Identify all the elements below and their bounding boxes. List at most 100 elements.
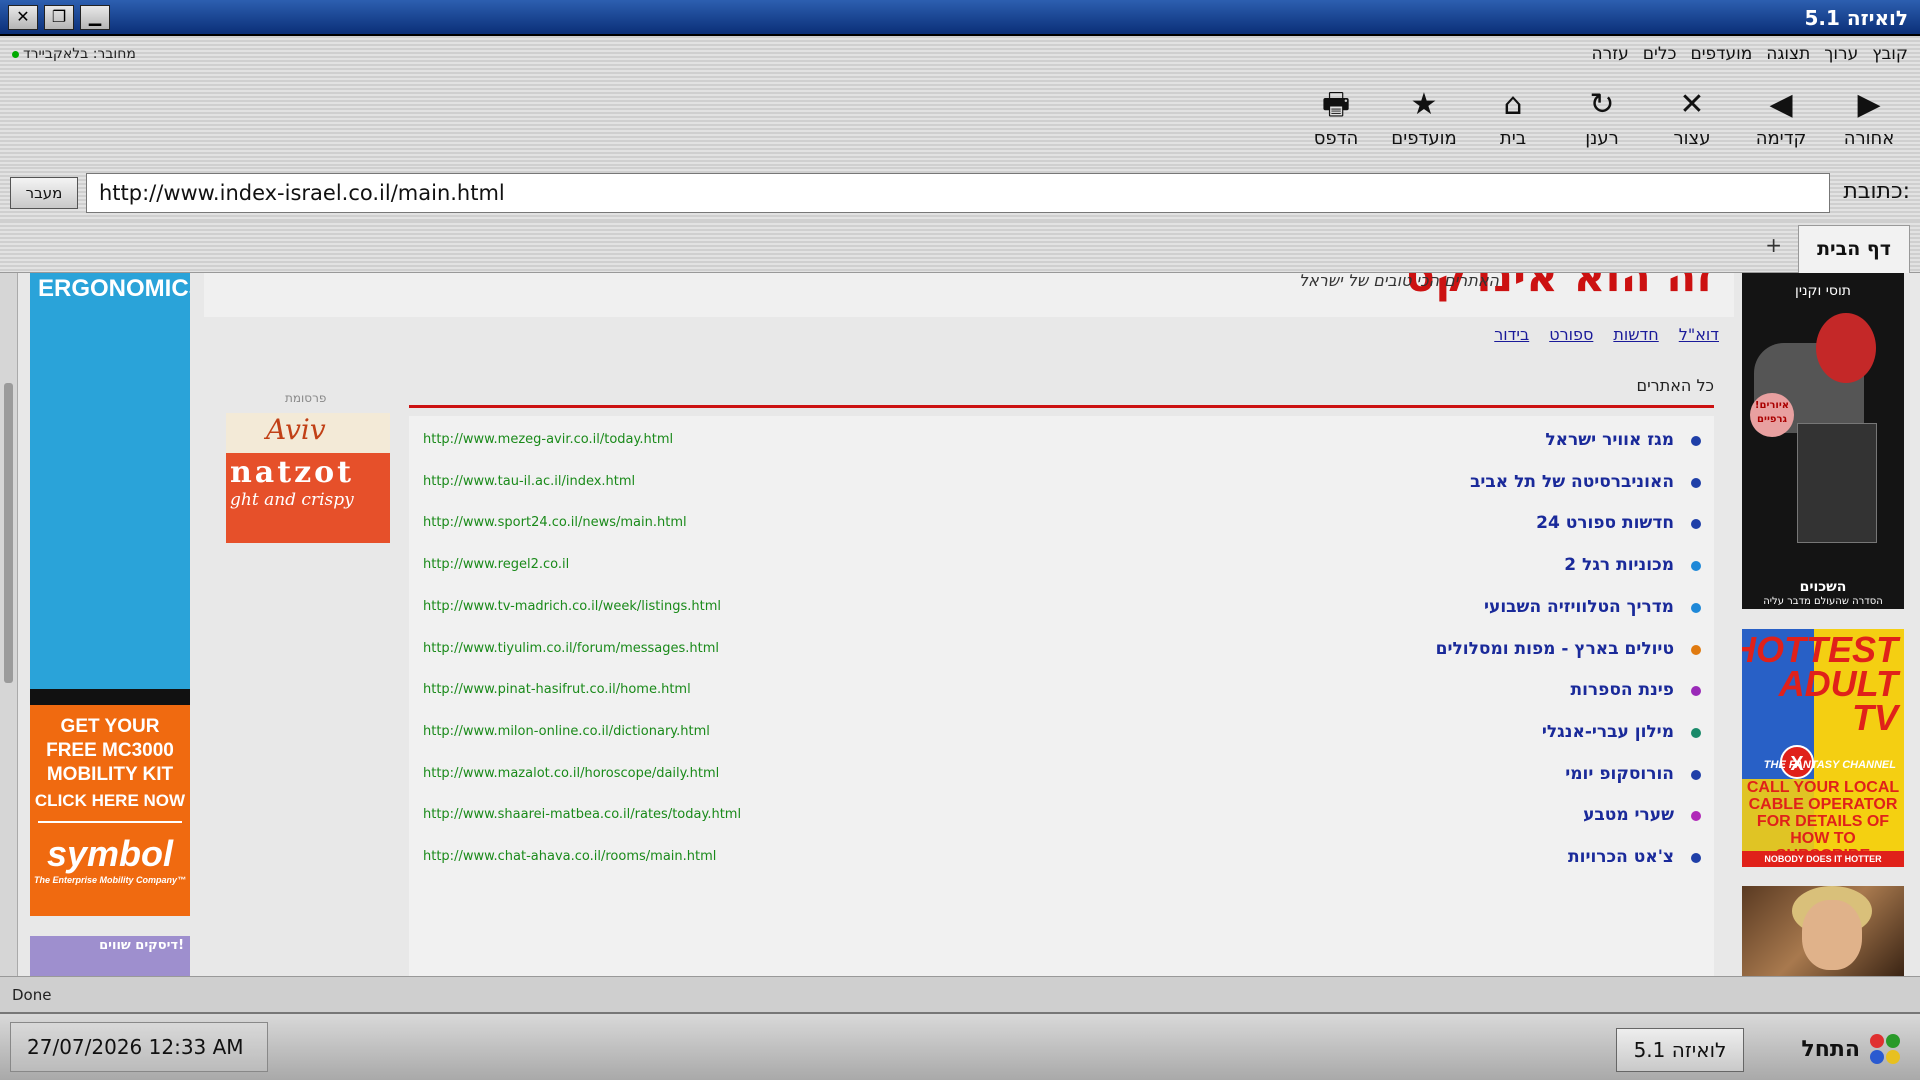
site-title-link[interactable]: צ'אט הכרויות	[1568, 847, 1674, 867]
bullet-icon	[1691, 853, 1701, 863]
printer-icon: 🖶	[1321, 87, 1351, 122]
site-title-link[interactable]: שערי מטבע	[1583, 805, 1674, 825]
site-title-link[interactable]: פינת הספרות	[1570, 680, 1674, 700]
ad-tv-footer: NOBODY DOES IT HOTTER	[1742, 851, 1904, 867]
list-item[interactable]: צ'אט הכרויות http://www.chat-ahava.co.il/…	[409, 833, 1714, 884]
menu-edit[interactable]: ערוך	[1824, 44, 1858, 64]
site-url-link[interactable]: http://www.regel2.co.il	[423, 557, 569, 572]
ad-book-cover	[1797, 423, 1877, 543]
site-url-link[interactable]: http://www.mezeg-avir.co.il/today.html	[423, 432, 673, 447]
site-title-link[interactable]: מילון עברי-אנגלי	[1542, 722, 1674, 742]
vertical-scrollbar[interactable]	[0, 273, 18, 976]
scrollbar-thumb[interactable]	[4, 383, 13, 683]
ad-aviv-product: natzot	[230, 455, 355, 490]
nav-link-email[interactable]: דוא"ל	[1679, 325, 1719, 344]
print-label: הדפס	[1313, 128, 1359, 149]
favorites-button[interactable]: ★ מועדפים	[1384, 86, 1464, 149]
window-title: לואיזה 5.1	[1804, 6, 1908, 30]
site-header: זה הוא אינדקס האתרים הכי טובים של ישראל	[204, 273, 1734, 317]
ad-symbol-panel: GET YOUR FREE MC3000 MOBILITY KIT CLICK …	[30, 705, 190, 916]
heading-divider	[409, 405, 1714, 408]
site-title-link[interactable]: מכוניות רגל 2	[1564, 555, 1674, 575]
ad-symbol-brand: symbol	[46, 833, 174, 874]
stop-icon: ✕	[1679, 87, 1705, 122]
new-tab-button[interactable]: +	[1765, 233, 1782, 257]
taskbar-clock: 27/07/2026 12:33 AM	[10, 1022, 268, 1072]
site-url-link[interactable]: http://www.pinat-hasifrut.co.il/home.htm…	[423, 682, 691, 697]
site-url-link[interactable]: http://www.milon-online.co.il/dictionary…	[423, 724, 710, 739]
minimize-window-button[interactable]: ▁	[80, 5, 110, 30]
tab-home[interactable]: דף הבית	[1798, 225, 1910, 273]
forward-button[interactable]: ◀ קדימה	[1741, 86, 1821, 149]
ad-banner-aviv-matzot[interactable]: Aviv natzot ght and crispy	[226, 413, 390, 543]
site-title-link[interactable]: האוניברסיטה של תל אביב	[1470, 472, 1674, 492]
menu-file[interactable]: קובץ	[1872, 44, 1908, 64]
start-logo-icon	[1870, 1034, 1900, 1064]
ad-tv-channel: THE FANTASY CHANNEL	[1763, 759, 1896, 771]
ad-book-title: השכוים	[1799, 579, 1847, 595]
sites-list: מגז אוויר ישראל http://www.mezeg-avir.co.…	[409, 416, 1714, 976]
site-url-link[interactable]: http://www.tau-il.ac.il/index.html	[423, 474, 635, 489]
connection-label: מחובר: בלאקביירד	[23, 46, 136, 62]
print-button[interactable]: 🖶 הדפס	[1296, 86, 1376, 149]
site-url-link[interactable]: http://www.shaarei-matbea.co.il/rates/to…	[423, 807, 741, 822]
site-url-link[interactable]: http://www.sport24.co.il/news/main.html	[423, 515, 687, 530]
restore-window-button[interactable]: ❐	[44, 5, 74, 30]
menu-favorites[interactable]: מועדפים	[1690, 44, 1752, 64]
start-button[interactable]: התחל	[1760, 1025, 1906, 1073]
go-button[interactable]: מעבר	[10, 177, 78, 209]
url-input[interactable]: http://www.index-israel.co.il/main.html	[86, 173, 1830, 213]
ad-book-balloon	[1816, 313, 1876, 383]
taskbar-app-button[interactable]: לואיזה 5.1	[1616, 1028, 1744, 1072]
all-sites-heading: כל האתרים	[1636, 376, 1714, 395]
ad-symbol-cta: CLICK HERE NOW	[34, 791, 186, 810]
site-title-link[interactable]: מגז אוויר ישראל	[1545, 430, 1674, 450]
site-title-link[interactable]: חדשות ספורט 24	[1536, 513, 1674, 533]
close-window-button[interactable]: ✕	[8, 5, 38, 30]
menu-view[interactable]: תצוגה	[1766, 44, 1810, 64]
stop-label: עצור	[1673, 128, 1711, 149]
ad-label: פרסומת	[285, 391, 327, 405]
ad-book-author: תוסי וקנין	[1795, 283, 1851, 299]
site-title-link[interactable]: הורוסקופ יומי	[1565, 764, 1674, 784]
menu-help[interactable]: עזרה	[1592, 44, 1629, 64]
stop-button[interactable]: ✕ עצור	[1652, 86, 1732, 149]
status-bar: Done	[0, 976, 1920, 1012]
start-label: התחל	[1801, 1036, 1860, 1062]
site-url-link[interactable]: http://www.tiyulim.co.il/forum/messages.…	[423, 641, 719, 656]
ad-banner-photo[interactable]	[1742, 886, 1904, 976]
refresh-button[interactable]: ↻ רענן	[1562, 86, 1642, 149]
bullet-icon	[1691, 561, 1701, 572]
back-arrow-icon: ▶	[1857, 87, 1881, 122]
site-url-link[interactable]: http://www.mazalot.co.il/horoscope/daily…	[423, 766, 719, 781]
back-label: אחורה	[1843, 128, 1895, 149]
ad-symbol-line2: FREE MC3000	[46, 740, 174, 761]
menu-tools[interactable]: כלים	[1643, 44, 1677, 64]
site-url-link[interactable]: http://www.tv-madrich.co.il/week/listing…	[423, 599, 721, 614]
bullet-icon	[1691, 727, 1701, 738]
site-tagline: האתרים הכי טובים של ישראל	[1298, 273, 1499, 290]
forward-label: קדימה	[1755, 128, 1807, 149]
back-button[interactable]: ▶ אחורה	[1829, 86, 1909, 149]
ad-aviv-brand: Aviv	[226, 413, 390, 453]
bullet-icon	[1691, 769, 1701, 780]
ad-tv-title: HOTTEST ADULT TV	[1742, 629, 1898, 738]
favorites-label: מועדפים	[1391, 128, 1457, 149]
home-button[interactable]: ⌂ בית	[1473, 86, 1553, 149]
nav-link-news[interactable]: חדשות	[1613, 325, 1658, 344]
site-title-link[interactable]: מדריך הטלוויזיה השבועי	[1484, 597, 1674, 617]
ad-book-badge: !איורים גרפיים	[1750, 393, 1794, 437]
ad-banner-symbol[interactable]: ERGONOMICS. GET YOUR FREE MC3000 MOBILIT…	[30, 273, 190, 916]
ad-banner-book[interactable]: תוסי וקנין !איורים גרפיים השכוים הסדרה ש…	[1742, 273, 1904, 609]
site-title-link[interactable]: טיולים בארץ - מפות ומסלולים	[1436, 639, 1674, 659]
ad-banner-disks[interactable]: דיסקים שווים!	[30, 936, 190, 976]
ad-banner-tv[interactable]: HOTTEST ADULT TV X THE FANTASY CHANNEL C…	[1742, 629, 1904, 867]
forward-arrow-icon: ◀	[1769, 87, 1793, 122]
bullet-icon	[1691, 686, 1701, 697]
refresh-icon: ↻	[1589, 87, 1615, 122]
address-bar: כתובת: http://www.index-israel.co.il/mai…	[0, 167, 1920, 221]
page-content: ERGONOMICS. GET YOUR FREE MC3000 MOBILIT…	[0, 273, 1920, 976]
nav-link-sport[interactable]: ספורט	[1549, 325, 1593, 344]
nav-link-entertainment[interactable]: בידור	[1494, 325, 1529, 344]
site-url-link[interactable]: http://www.chat-ahava.co.il/rooms/main.h…	[423, 849, 716, 864]
